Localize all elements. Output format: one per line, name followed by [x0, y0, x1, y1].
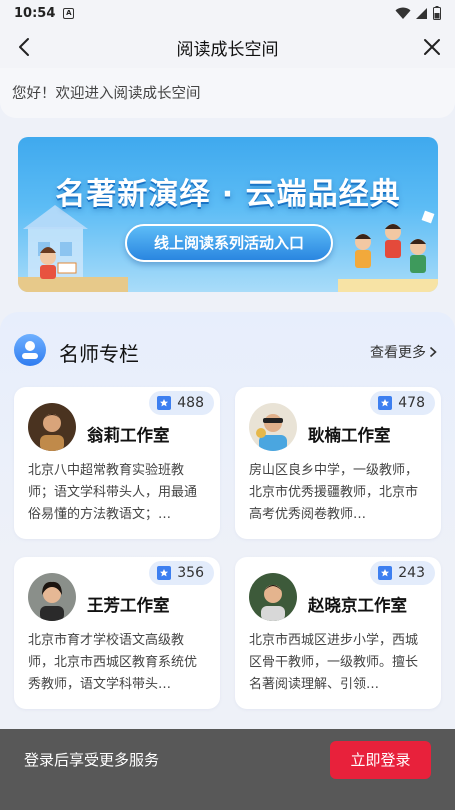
- login-prompt-text: 登录后享受更多服务: [24, 751, 160, 769]
- likes-count: 478: [398, 395, 425, 411]
- login-prompt-bar: 登录后享受更多服务 立即登录: [0, 729, 455, 810]
- activity-entry-button[interactable]: 线上阅读系列活动入口: [125, 224, 333, 262]
- wifi-icon: [395, 7, 411, 19]
- teacher-name: 王芳工作室: [87, 596, 170, 615]
- avatar: [28, 403, 76, 451]
- avatar: [28, 573, 76, 621]
- view-more-label: 查看更多: [370, 345, 426, 361]
- teacher-card[interactable]: 243 赵晓京工作室 北京市西城区进步小学，西城区骨干教师，一级教师。擅长名著阅…: [235, 557, 441, 709]
- nav-bar: 阅读成长空间: [0, 26, 455, 68]
- bookmark-star-icon: [378, 566, 393, 580]
- likes-badge: 478: [370, 391, 435, 415]
- likes-count: 243: [398, 565, 425, 581]
- chevron-right-icon: [429, 346, 437, 358]
- teacher-name: 翁莉工作室: [87, 426, 170, 445]
- page-title: 阅读成长空间: [176, 39, 279, 60]
- teacher-card[interactable]: 356 王芳工作室 北京市育才学校语文高级教师，北京市西城区教育系统优秀教师，语…: [14, 557, 220, 709]
- banner-illustration-right: [338, 210, 438, 292]
- close-icon[interactable]: [421, 36, 443, 58]
- greeting-text: 您好！欢迎进入阅读成长空间: [0, 68, 455, 118]
- teacher-name: 耿楠工作室: [308, 426, 391, 445]
- status-bar: 10:54 A: [0, 0, 455, 26]
- teacher-description: 北京市育才学校语文高级教师，北京市西城区教育系统优秀教师，语文学科带头…: [28, 633, 198, 692]
- likes-count: 488: [177, 395, 204, 411]
- bookmark-star-icon: [378, 396, 393, 410]
- status-time: 10:54: [14, 5, 56, 21]
- activity-banner[interactable]: 名著新演绎 · 云端品经典 线上阅读系列活动入口: [18, 137, 438, 292]
- bookmark-star-icon: [157, 396, 172, 410]
- likes-badge: 243: [370, 561, 435, 585]
- famous-teachers-section: 名师专栏 查看更多 488 翁莉工作室 北京八中超常教育实验班教师；语文学科带头…: [0, 312, 455, 732]
- status-icons: [395, 6, 441, 20]
- teacher-card[interactable]: 488 翁莉工作室 北京八中超常教育实验班教师；语文学科带头人，用最通俗易懂的方…: [14, 387, 220, 539]
- notification-icon: A: [63, 7, 75, 19]
- avatar: [249, 573, 297, 621]
- login-button[interactable]: 立即登录: [330, 740, 431, 779]
- likes-badge: 488: [149, 391, 214, 415]
- likes-badge: 356: [149, 561, 214, 585]
- section-title: 名师专栏: [59, 342, 139, 366]
- teacher-description: 北京市西城区进步小学，西城区骨干教师，一级教师。擅长名著阅读理解、引领…: [249, 633, 419, 692]
- teacher-description: 北京八中超常教育实验班教师；语文学科带头人，用最通俗易懂的方法教语文；…: [28, 463, 198, 522]
- likes-count: 356: [177, 565, 204, 581]
- user-icon: [14, 334, 46, 366]
- bookmark-star-icon: [157, 566, 172, 580]
- view-more-link[interactable]: 查看更多: [370, 342, 437, 362]
- battery-icon: [433, 6, 441, 20]
- teacher-name: 赵晓京工作室: [308, 596, 407, 615]
- signal-icon: [416, 7, 427, 19]
- teacher-card[interactable]: 478 耿楠工作室 房山区良乡中学，一级教师，北京市优秀援疆教师，北京市高考优秀…: [235, 387, 441, 539]
- teacher-description: 房山区良乡中学，一级教师，北京市优秀援疆教师，北京市高考优秀阅卷教师…: [249, 463, 419, 522]
- back-arrow-icon[interactable]: [14, 36, 36, 58]
- avatar: [249, 403, 297, 451]
